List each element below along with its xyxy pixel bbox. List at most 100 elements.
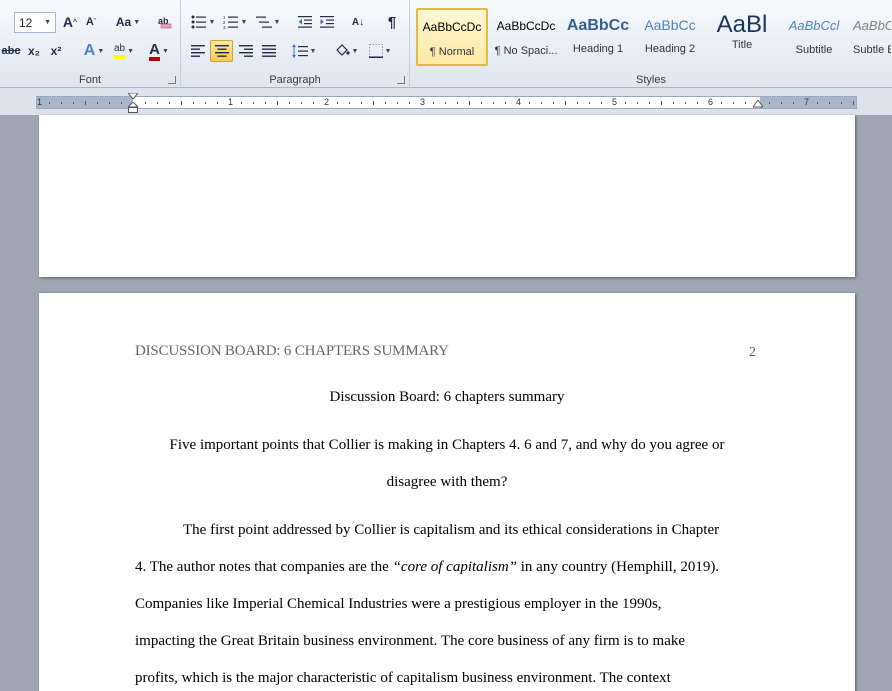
- subscript-button[interactable]: x₂: [24, 40, 44, 62]
- ruler-tick: [829, 102, 830, 104]
- running-head: DISCUSSION BOARD: 6 CHAPTERS SUMMARY: [135, 343, 449, 359]
- chevron-down-icon: ▼: [97, 47, 105, 55]
- right-indent-marker-icon[interactable]: [753, 100, 763, 108]
- page-current: DISCUSSION BOARD: 6 CHAPTERS SUMMARY 2 D…: [39, 293, 855, 691]
- ruler-tick: [589, 102, 590, 104]
- align-right-button[interactable]: [235, 40, 257, 62]
- highlight-icon: ab: [113, 43, 126, 59]
- style-sample: AaBbCc: [566, 17, 630, 34]
- style-name: Title: [731, 39, 753, 51]
- style-no-spacing[interactable]: AaBbCcDc ¶ No Spaci...: [490, 8, 562, 66]
- justify-button[interactable]: [258, 40, 280, 62]
- ruler-tick: [193, 102, 194, 104]
- ruler-tick: [205, 102, 206, 104]
- font-group-label: Font: [78, 74, 101, 86]
- ruler-tick: [841, 102, 842, 104]
- svg-text:3: 3: [223, 25, 226, 29]
- chevron-down-icon: ▼: [384, 47, 392, 55]
- font-dialog-launcher-icon[interactable]: [168, 76, 176, 84]
- ruler-tick: [217, 102, 218, 104]
- style-sample: AaBbCcl: [788, 18, 840, 33]
- subscript-icon: x₂: [27, 44, 40, 58]
- style-sample: AaBbCcl: [853, 18, 891, 33]
- bullets-button[interactable]: ▼: [189, 11, 217, 33]
- ruler-tick: [577, 102, 578, 104]
- decrease-indent-button[interactable]: [295, 11, 315, 33]
- chevron-down-icon: ▼: [351, 47, 359, 55]
- style-title[interactable]: AaBl Title: [706, 8, 778, 66]
- align-center-button[interactable]: [210, 40, 233, 62]
- style-normal[interactable]: AaBbCcDc ¶ Normal: [416, 8, 488, 66]
- superscript-icon: x²: [50, 44, 62, 58]
- style-sample: AaBl: [716, 11, 768, 38]
- ruler-tick: [97, 102, 98, 104]
- ruler-tick: [637, 102, 638, 104]
- ruler-tick: [493, 102, 494, 104]
- first-line-indent-marker-icon[interactable]: [128, 93, 138, 99]
- document-title: Discussion Board: 6 chapters summary: [329, 389, 565, 405]
- numbering-icon: 123: [223, 15, 238, 29]
- body-line: The first point addressed by Collier is …: [183, 522, 720, 538]
- grow-font-button[interactable]: A ^: [60, 11, 80, 33]
- font-size-box[interactable]: 12 ▼: [14, 12, 56, 33]
- ruler-tick: [781, 102, 782, 104]
- style-name: Heading 2: [644, 43, 696, 55]
- ruler-tick: [301, 102, 302, 104]
- ruler-tick: [313, 102, 314, 104]
- shading-button[interactable]: ▼: [331, 40, 361, 62]
- question-line: disagree with them?: [386, 474, 508, 490]
- align-left-icon: [191, 45, 205, 57]
- ruler-tick: [169, 102, 170, 104]
- strikethrough-icon: abc: [1, 45, 21, 57]
- shrink-font-button[interactable]: Aˇ: [82, 11, 100, 33]
- ruler-tick: [529, 102, 530, 104]
- body-line: Companies like Imperial Chemical Industr…: [135, 596, 662, 612]
- line-spacing-button[interactable]: ▼: [289, 40, 319, 62]
- ruler-tick: [49, 102, 50, 104]
- page-previous: [39, 115, 855, 277]
- clear-formatting-button[interactable]: ab: [154, 11, 176, 33]
- style-subtle-emphasis[interactable]: AaBbCcl Subtle E: [850, 8, 892, 66]
- highlight-button[interactable]: ab ▼: [110, 40, 138, 62]
- ruler-tick: [661, 101, 662, 105]
- ruler-number: 4: [516, 97, 522, 107]
- superscript-button[interactable]: x²: [46, 40, 66, 62]
- increase-indent-button[interactable]: [317, 11, 337, 33]
- sort-button[interactable]: A↓: [347, 11, 369, 33]
- align-right-icon: [239, 45, 253, 57]
- style-subtitle[interactable]: AaBbCcl Subtitle: [778, 8, 850, 66]
- strikethrough-button[interactable]: abc: [0, 40, 22, 62]
- increase-indent-icon: [320, 16, 334, 28]
- borders-icon: [368, 44, 383, 58]
- text-effects-button[interactable]: A ▼: [80, 40, 108, 62]
- text-effects-icon: A: [83, 42, 96, 59]
- ruler-tick: [253, 102, 254, 104]
- align-left-button[interactable]: [187, 40, 209, 62]
- ruler-tick: [433, 102, 434, 104]
- paragraph-dialog-launcher-icon[interactable]: [397, 76, 405, 84]
- ruler-tick: [817, 102, 818, 104]
- borders-button[interactable]: ▼: [365, 40, 395, 62]
- horizontal-ruler[interactable]: 1 1 2 3 4 5 6 7: [36, 93, 857, 113]
- ruler-tick: [565, 101, 566, 105]
- font-color-button[interactable]: A ▼: [144, 40, 174, 62]
- chevron-down-icon: ▼: [133, 18, 141, 26]
- ruler-tick: [289, 102, 290, 104]
- quoted-phrase: “core of capitalism”: [392, 559, 518, 575]
- chevron-down-icon: ▼: [273, 18, 281, 26]
- body-text: in any country (Hemphill, 2019).: [517, 559, 720, 575]
- style-heading-2[interactable]: AaBbCc Heading 2: [634, 8, 706, 66]
- style-name: ¶ Normal: [429, 46, 475, 58]
- change-case-button[interactable]: Aa ▼: [114, 11, 142, 33]
- style-heading-1[interactable]: AaBbCc Heading 1: [562, 8, 634, 66]
- body-text: 4. The author notes that companies are t…: [135, 559, 393, 575]
- show-formatting-button[interactable]: ¶: [381, 11, 403, 33]
- line-spacing-icon: [291, 44, 308, 58]
- change-case-icon: Aa: [115, 15, 132, 29]
- multilevel-list-button[interactable]: ▼: [253, 11, 283, 33]
- numbering-button[interactable]: 123 ▼: [221, 11, 249, 33]
- ruler-tick: [277, 101, 278, 105]
- body-line: 4. The author notes that companies are t…: [135, 559, 719, 576]
- ruler-tick: [541, 102, 542, 104]
- hanging-indent-marker-icon[interactable]: [128, 102, 138, 113]
